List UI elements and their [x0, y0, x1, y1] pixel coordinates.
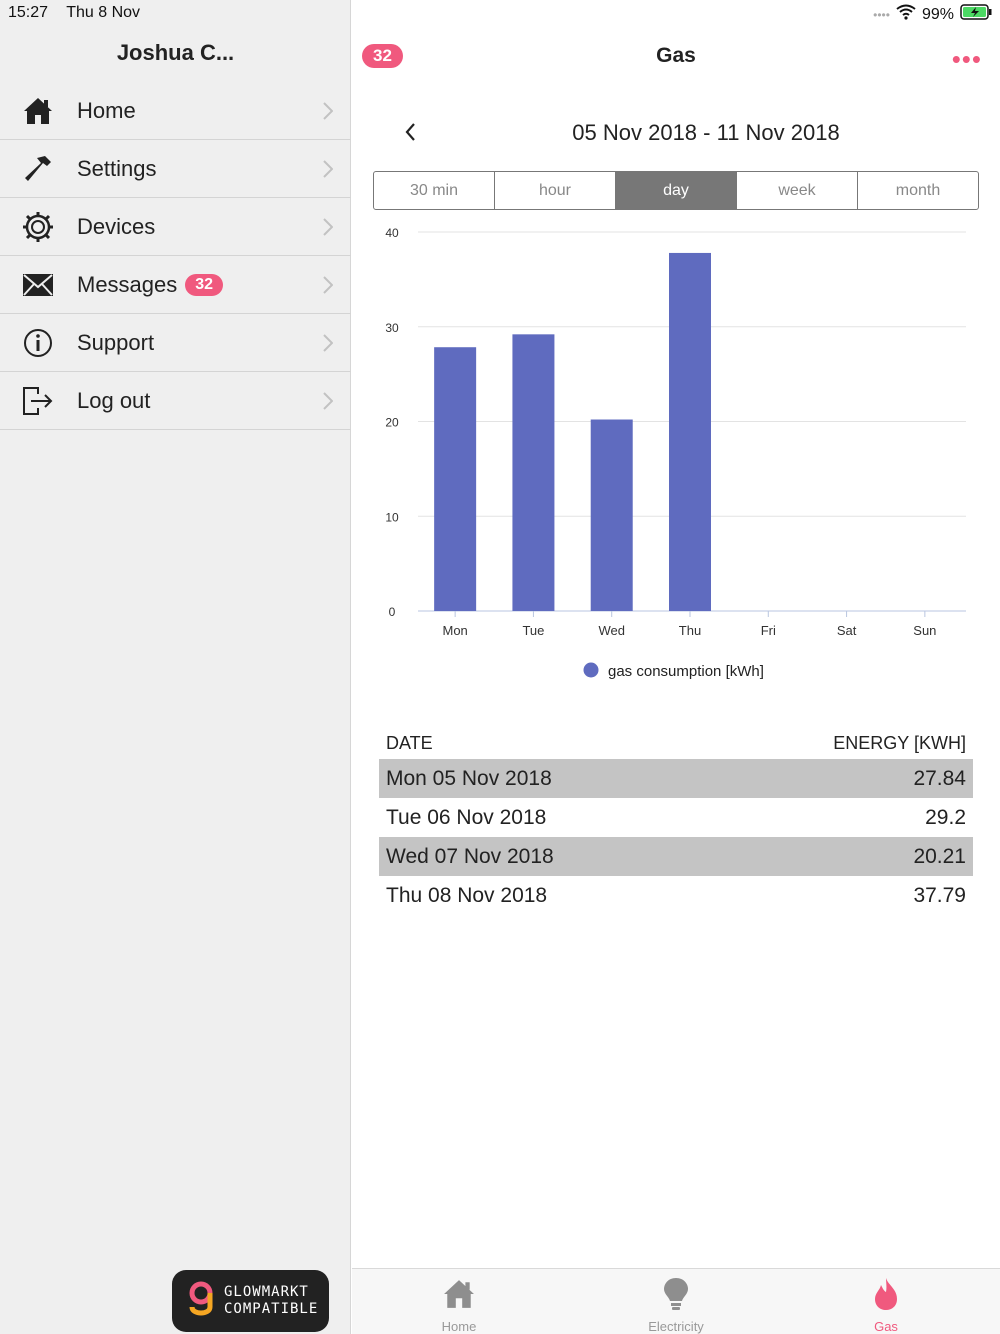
bar: [434, 347, 477, 611]
date-range-label: 05 Nov 2018 - 11 Nov 2018: [572, 120, 840, 145]
battery-charging-icon: [960, 4, 992, 25]
table-row: Tue 06 Nov 2018 29.2: [379, 798, 973, 837]
table-row: Thu 08 Nov 2018 37.79: [379, 876, 973, 915]
lightbulb-icon: [663, 1277, 689, 1314]
home-icon: [443, 1278, 475, 1313]
brand-line-1: GLOWMARKT: [224, 1284, 309, 1300]
chevron-right-icon: [323, 218, 334, 241]
gear-icon: [22, 211, 54, 243]
x-tick-label: Thu: [679, 623, 701, 638]
envelope-icon: [22, 269, 54, 301]
y-tick-label: 0: [389, 605, 396, 619]
signal-dots-icon: ••••: [873, 7, 890, 22]
sidebar-item-settings[interactable]: Settings: [0, 140, 351, 198]
sidebar-item-label: Devices: [77, 213, 156, 239]
sidebar-menu: Home Settings Devices Messages 32 Suppor…: [0, 82, 351, 430]
tab-electricity[interactable]: Electricity: [616, 1277, 736, 1334]
hammer-icon: [22, 153, 54, 185]
flame-icon: [873, 1277, 899, 1314]
sidebar-item-support[interactable]: Support: [0, 314, 351, 372]
main-panel: •••• 99% 32 Gas ••• 05 Nov 2018 - 11 Nov…: [352, 0, 1000, 1334]
sidebar-item-label: Settings: [77, 155, 157, 181]
y-tick-label: 30: [385, 321, 399, 335]
x-tick-label: Sun: [913, 623, 936, 638]
bottom-tab-bar: Home Electricity Gas: [352, 1268, 1000, 1334]
sidebar-item-label: Support: [77, 329, 155, 355]
bar: [590, 419, 633, 611]
chevron-right-icon: [323, 392, 334, 415]
tab-label: Gas: [874, 1319, 898, 1334]
tab-label: Electricity: [648, 1319, 704, 1334]
table-header: DATE ENERGY [KWH]: [379, 727, 973, 759]
sidebar-item-logout[interactable]: Log out: [0, 372, 351, 430]
glowmarkt-compatible-badge[interactable]: GLOWMARKT COMPATIBLE: [172, 1270, 329, 1332]
more-options-button[interactable]: •••: [952, 44, 982, 75]
segment-week[interactable]: week: [737, 172, 858, 209]
header-date: DATE: [386, 732, 433, 753]
status-bar-right: •••• 99%: [873, 4, 992, 25]
segment-30-min[interactable]: 30 min: [374, 172, 495, 209]
x-tick-label: Tue: [522, 623, 544, 638]
chevron-right-icon: [323, 102, 334, 125]
consumption-table: DATE ENERGY [KWH] Mon 05 Nov 2018 27.84 …: [379, 727, 973, 915]
sidebar-item-label: Home: [77, 97, 136, 123]
status-time: 15:27: [8, 4, 49, 21]
sidebar-item-home[interactable]: Home: [0, 82, 351, 140]
user-name: Joshua C...: [116, 40, 235, 65]
sidebar-item-label: Log out: [77, 387, 151, 413]
row-energy: 29.2: [925, 805, 966, 829]
y-tick-label: 10: [385, 510, 399, 524]
row-date: Mon 05 Nov 2018: [386, 766, 552, 790]
gas-consumption-chart: 0 10 20 30 40 Mon Tue Wed Thu Fri Sat Sun gas consum…: [385, 226, 966, 680]
segment-month[interactable]: month: [858, 172, 978, 209]
sidebar-item-label: Messages: [77, 271, 178, 297]
page-title: Gas: [656, 44, 696, 67]
tab-gas[interactable]: Gas: [826, 1277, 946, 1334]
x-tick-label: Mon: [442, 623, 467, 638]
y-tick-label: 20: [385, 416, 399, 430]
table-row: Mon 05 Nov 2018 27.84: [379, 759, 973, 798]
header-energy: ENERGY [KWH]: [833, 732, 966, 753]
chevron-right-icon: [323, 276, 334, 299]
y-tick-label: 40: [385, 226, 399, 240]
row-energy: 20.21: [913, 844, 966, 868]
row-date: Wed 07 Nov 2018: [386, 844, 554, 868]
wifi-icon: [896, 4, 916, 25]
tab-label: Home: [441, 1319, 477, 1334]
x-tick-label: Fri: [761, 623, 776, 638]
chevron-right-icon: [323, 334, 334, 357]
table-row: Wed 07 Nov 2018 20.21: [379, 837, 973, 876]
legend-label: gas consumption [kWh]: [608, 663, 764, 680]
segment-hour[interactable]: hour: [495, 172, 616, 209]
row-date: Thu 08 Nov 2018: [386, 883, 548, 907]
bar: [512, 334, 555, 611]
home-icon: [22, 95, 54, 127]
sidebar-item-devices[interactable]: Devices: [0, 198, 351, 256]
period-segmented-control: 30 min hour day week month: [373, 171, 979, 210]
messages-count-badge: 32: [185, 273, 224, 296]
legend-marker: [583, 662, 599, 678]
x-tick-label: Sat: [837, 623, 857, 638]
bar: [669, 252, 711, 611]
logout-icon: [22, 385, 54, 417]
sidebar-item-messages[interactable]: Messages 32: [0, 256, 351, 314]
info-icon: [22, 327, 54, 359]
row-date: Tue 06 Nov 2018: [386, 805, 547, 829]
status-date: Thu 8 Nov: [66, 4, 141, 21]
sidebar: 15:27 Thu 8 Nov Joshua C... Home Setting…: [0, 0, 351, 1334]
glowmarkt-logo-icon: [188, 1279, 214, 1324]
row-energy: 37.79: [913, 883, 966, 907]
x-tick-label: Wed: [598, 623, 625, 638]
status-bar-left: 15:27 Thu 8 Nov: [8, 4, 154, 22]
segment-day[interactable]: day: [616, 172, 737, 209]
row-energy: 27.84: [913, 766, 966, 790]
brand-line-2: COMPATIBLE: [224, 1301, 319, 1317]
chevron-right-icon: [323, 160, 334, 183]
tab-home[interactable]: Home: [399, 1277, 519, 1334]
battery-percent: 99%: [921, 5, 954, 23]
